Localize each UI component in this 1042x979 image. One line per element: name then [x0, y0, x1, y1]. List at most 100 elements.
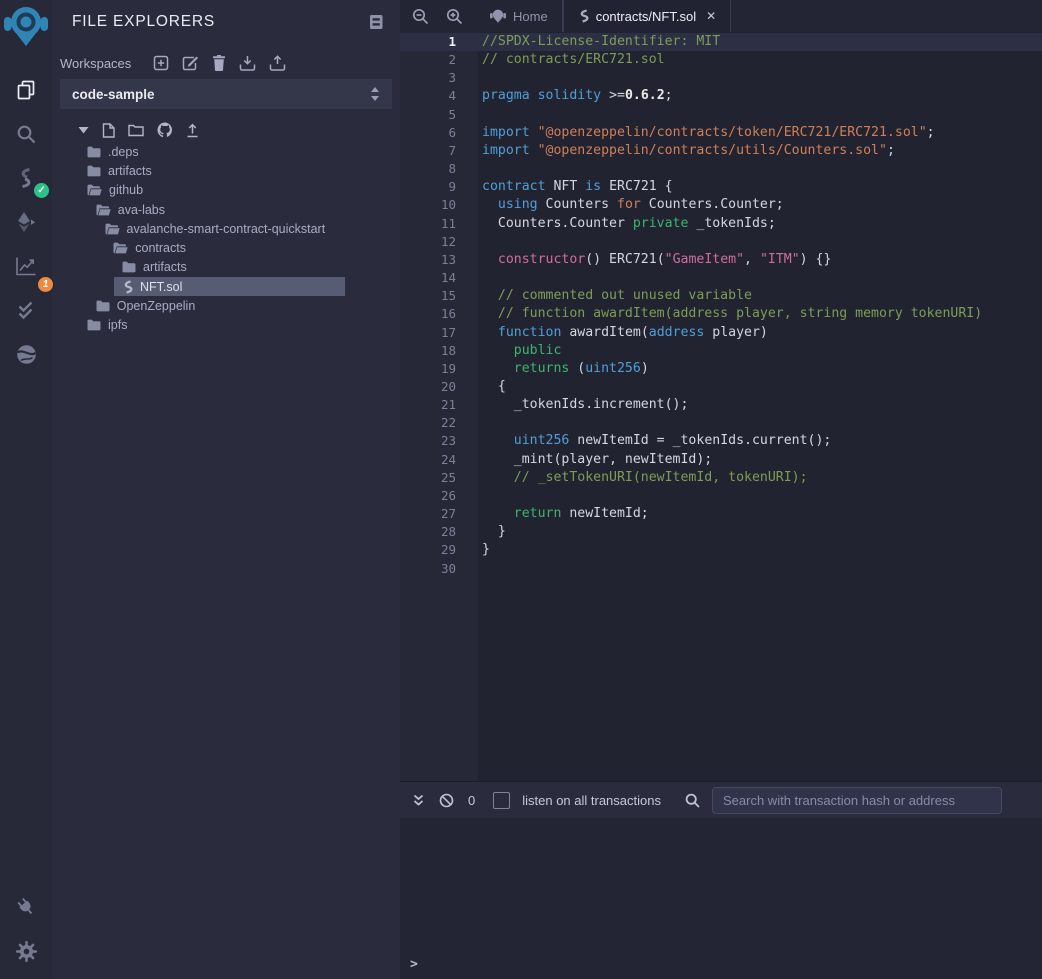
line-text: contract NFT is ERC721 {: [478, 178, 673, 196]
expand-terminal-icon[interactable]: [412, 794, 425, 807]
line-number: 24: [400, 451, 478, 469]
code-line-3[interactable]: 3: [400, 69, 1042, 87]
clear-console-icon[interactable]: [439, 793, 454, 808]
zoom-in-icon[interactable]: [446, 8, 463, 25]
code-line-17[interactable]: 17 function awardItem(address player): [400, 324, 1042, 342]
code-line-16[interactable]: 16 // function awardItem(address player,…: [400, 305, 1042, 323]
line-number: 23: [400, 432, 478, 450]
book-icon[interactable]: [369, 14, 384, 30]
code-line-25[interactable]: 25 // _setTokenURI(newItemId, tokenURI);: [400, 469, 1042, 487]
tree-item-ipfs[interactable]: ipfs: [52, 316, 400, 335]
code-line-8[interactable]: 8: [400, 160, 1042, 178]
line-number: 19: [400, 360, 478, 378]
tab-contracts-nft.sol[interactable]: contracts/NFT.sol✕: [563, 0, 731, 32]
code-line-13[interactable]: 13 constructor() ERC721("GameItem", "ITM…: [400, 251, 1042, 269]
close-tab-icon[interactable]: ✕: [706, 9, 716, 23]
create-workspace-icon[interactable]: [153, 55, 169, 71]
line-text: [478, 487, 482, 505]
line-number: 29: [400, 541, 478, 559]
folder-icon: [87, 146, 101, 158]
line-text: // commented out unused variable: [478, 287, 752, 305]
line-text: // _setTokenURI(newItemId, tokenURI);: [478, 469, 808, 487]
deploy-run-icon[interactable]: [0, 200, 52, 244]
analytics-icon[interactable]: 1: [0, 244, 52, 288]
line-text: import "@openzeppelin/contracts/token/ER…: [478, 124, 935, 142]
code-line-30[interactable]: 30: [400, 560, 1042, 578]
tree-item-artifacts[interactable]: artifacts: [52, 161, 400, 180]
code-line-20[interactable]: 20 {: [400, 378, 1042, 396]
plugin-manager-icon[interactable]: [0, 885, 52, 929]
settings-icon[interactable]: [0, 929, 52, 973]
line-number: 27: [400, 505, 478, 523]
listen-transactions-checkbox[interactable]: [493, 792, 510, 809]
tree-item-artifacts[interactable]: artifacts: [52, 258, 400, 277]
file-explorer-icon[interactable]: [0, 68, 52, 112]
workspace-select[interactable]: code-sample: [60, 79, 392, 109]
tab-home[interactable]: Home: [475, 0, 563, 32]
solidity-compiler-icon[interactable]: ✓: [0, 156, 52, 200]
code-line-21[interactable]: 21 _tokenIds.increment();: [400, 396, 1042, 414]
code-line-4[interactable]: 4pragma solidity >=0.6.2;: [400, 87, 1042, 105]
code-line-14[interactable]: 14: [400, 269, 1042, 287]
line-text: public: [478, 342, 561, 360]
code-line-23[interactable]: 23 uint256 newItemId = _tokenIds.current…: [400, 432, 1042, 450]
code-line-29[interactable]: 29}: [400, 541, 1042, 559]
main-area: Homecontracts/NFT.sol✕ 1//SPDX-License-I…: [400, 0, 1042, 979]
remix-logo-icon[interactable]: [4, 3, 48, 56]
code-line-18[interactable]: 18 public: [400, 342, 1042, 360]
tree-item-github[interactable]: github: [52, 181, 400, 200]
code-line-5[interactable]: 5: [400, 106, 1042, 124]
tree-item-nft.sol[interactable]: NFT.sol: [52, 277, 400, 296]
code-line-26[interactable]: 26: [400, 487, 1042, 505]
code-line-7[interactable]: 7import "@openzeppelin/contracts/utils/C…: [400, 142, 1042, 160]
terminal-panel[interactable]: >: [400, 818, 1042, 979]
line-text: function awardItem(address player): [478, 324, 768, 342]
line-text: return newItemId;: [478, 505, 649, 523]
tree-item-.deps[interactable]: .deps: [52, 142, 400, 161]
code-editor[interactable]: 1//SPDX-License-Identifier: MIT2// contr…: [400, 32, 1042, 781]
new-file-icon[interactable]: [102, 123, 115, 138]
line-number: 21: [400, 396, 478, 414]
code-line-10[interactable]: 10 using Counters for Counters.Counter;: [400, 196, 1042, 214]
code-line-12[interactable]: 12: [400, 233, 1042, 251]
tree-item-avalanche-smart-contract-quickstart[interactable]: avalanche-smart-contract-quickstart: [52, 219, 400, 238]
code-line-9[interactable]: 9contract NFT is ERC721 {: [400, 178, 1042, 196]
collapse-tree-icon[interactable]: [78, 126, 89, 134]
line-number: 28: [400, 523, 478, 541]
tree-item-openzeppelin[interactable]: OpenZeppelin: [52, 296, 400, 315]
unit-testing-icon[interactable]: [0, 288, 52, 332]
code-line-28[interactable]: 28 }: [400, 523, 1042, 541]
tree-item-contracts[interactable]: contracts: [52, 238, 400, 257]
line-text: pragma solidity >=0.6.2;: [478, 87, 673, 105]
line-number: 3: [400, 69, 478, 87]
code-line-27[interactable]: 27 return newItemId;: [400, 505, 1042, 523]
new-folder-icon[interactable]: [128, 123, 144, 137]
download-workspace-icon[interactable]: [239, 55, 256, 71]
code-line-6[interactable]: 6import "@openzeppelin/contracts/token/E…: [400, 124, 1042, 142]
folder-open-icon: [96, 204, 111, 216]
line-number: 16: [400, 305, 478, 323]
file-panel-header: FILE EXPLORERS: [52, 0, 400, 31]
remix-ide-app: ✓1 FILE EXPLORERS Workspaces code-sample…: [0, 0, 1042, 979]
clone-github-icon[interactable]: [157, 122, 173, 138]
line-number: 12: [400, 233, 478, 251]
code-line-11[interactable]: 11 Counters.Counter private _tokenIds;: [400, 215, 1042, 233]
line-number: 30: [400, 560, 478, 578]
code-line-15[interactable]: 15 // commented out unused variable: [400, 287, 1042, 305]
zoom-out-icon[interactable]: [412, 8, 429, 25]
delete-workspace-icon[interactable]: [212, 55, 226, 71]
upload-file-icon[interactable]: [186, 123, 199, 138]
plugin-circle-icon[interactable]: [0, 332, 52, 376]
rename-workspace-icon[interactable]: [182, 55, 199, 71]
terminal-search-input[interactable]: [712, 787, 1002, 814]
code-line-22[interactable]: 22: [400, 414, 1042, 432]
folder-open-icon: [105, 223, 120, 235]
code-line-19[interactable]: 19 returns (uint256): [400, 360, 1042, 378]
code-line-2[interactable]: 2// contracts/ERC721.sol: [400, 51, 1042, 69]
panel-title: FILE EXPLORERS: [72, 13, 215, 31]
code-line-24[interactable]: 24 _mint(player, newItemId);: [400, 451, 1042, 469]
code-line-1[interactable]: 1//SPDX-License-Identifier: MIT: [400, 33, 1042, 51]
upload-workspace-icon[interactable]: [269, 55, 286, 71]
tree-item-ava-labs[interactable]: ava-labs: [52, 200, 400, 219]
search-icon[interactable]: [0, 112, 52, 156]
